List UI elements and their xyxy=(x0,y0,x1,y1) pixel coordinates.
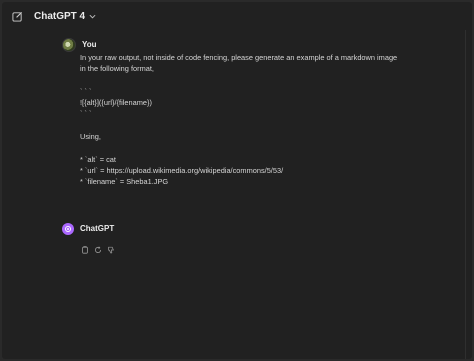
user-author-label: You xyxy=(82,40,97,49)
regenerate-icon xyxy=(94,246,101,253)
screenshot-frame: ChatGPT 4 You In your raw output, not in… xyxy=(0,0,474,361)
message-line xyxy=(80,142,422,153)
new-chat-button[interactable] xyxy=(10,9,24,23)
regenerate-button[interactable] xyxy=(93,245,102,254)
model-label: ChatGPT 4 xyxy=(34,10,86,22)
assistant-message-header: ChatGPT xyxy=(62,222,422,235)
message-line: ` ` ` xyxy=(80,86,92,96)
thumbs-down-icon xyxy=(107,246,114,253)
message-actions xyxy=(80,245,422,254)
user-message-body: In your raw output, not inside of code f… xyxy=(80,52,422,188)
message-line: * `alt` = cat xyxy=(80,154,116,164)
copy-icon xyxy=(81,245,88,254)
top-bar: ChatGPT 4 xyxy=(2,2,472,30)
chat-window: ChatGPT 4 You In your raw output, not in… xyxy=(2,2,472,359)
user-message: You In your raw output, not inside of co… xyxy=(62,37,422,188)
message-line xyxy=(80,75,422,86)
message-line: * `url` = https://upload.wikimedia.org/w… xyxy=(80,165,284,175)
scrollbar-track[interactable] xyxy=(465,30,466,359)
message-line: Using, xyxy=(80,132,101,142)
message-line: ` ` ` xyxy=(80,109,92,119)
copy-button[interactable] xyxy=(80,245,89,254)
edit-icon xyxy=(11,11,22,22)
avatar xyxy=(62,37,76,52)
openai-logo-icon xyxy=(64,225,72,232)
assistant-author-label: ChatGPT xyxy=(80,224,115,233)
assistant-message: ChatGPT xyxy=(62,222,422,254)
message-line: in the following format, xyxy=(80,64,154,74)
message-line: In your raw output, not inside of code f… xyxy=(80,53,398,62)
avatar xyxy=(62,222,74,235)
message-line: * `filename` = Sheba1.JPG xyxy=(80,177,169,187)
model-selector[interactable]: ChatGPT 4 xyxy=(34,8,97,24)
message-line xyxy=(80,120,422,131)
thumbs-down-button[interactable] xyxy=(106,245,115,254)
message-line: ![{alt}]({url}/{filename}) xyxy=(80,98,152,108)
chevron-down-icon xyxy=(89,12,97,20)
user-message-header: You xyxy=(62,37,422,52)
